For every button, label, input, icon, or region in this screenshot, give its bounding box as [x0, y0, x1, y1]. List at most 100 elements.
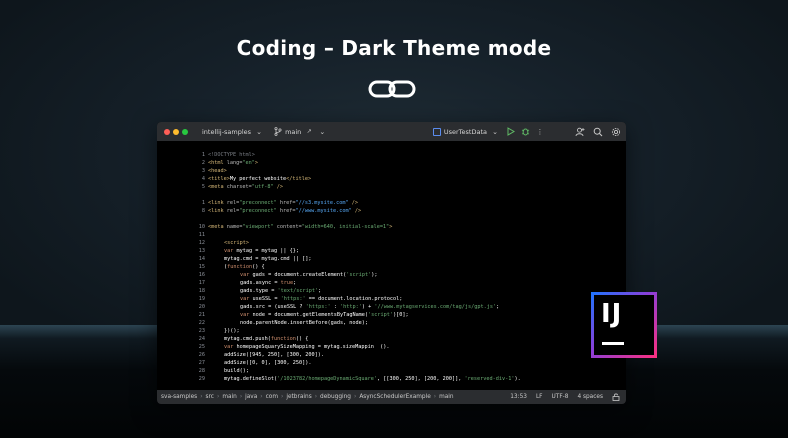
code-token: ; — [318, 288, 322, 294]
code-text: gads.src = (useSSL ? 'https:' : 'http:')… — [240, 303, 499, 311]
debug-icon[interactable] — [521, 127, 530, 136]
code-line[interactable]: 1 <!DOCTYPE html> — [157, 151, 626, 159]
code-text: gads.type = 'text/script'; — [240, 287, 321, 295]
cursor-position[interactable]: 13:53 — [510, 394, 527, 400]
code-token: () { — [252, 264, 265, 270]
code-line[interactable]: 8 <link rel="preconnect" href="//www.mysi… — [157, 207, 626, 215]
code-line[interactable]: 2 <html lang="en"> — [157, 159, 626, 167]
lock-icon[interactable] — [612, 393, 620, 401]
code-token: "width=640, initial-scale=1" — [301, 224, 390, 230]
line-number: 15 — [198, 264, 205, 270]
window-minimize-button[interactable] — [173, 128, 179, 135]
code-line[interactable]: 11 — [157, 231, 626, 239]
breadcrumb-item[interactable]: AsyncSchedulerExample — [359, 394, 430, 400]
code-line[interactable]: 13 var mytag = mytag || {}; — [157, 247, 626, 255]
window-close-button[interactable] — [164, 128, 170, 135]
breadcrumb-item[interactable]: jetbrains — [286, 394, 311, 400]
run-config-name: UserTestData — [443, 127, 487, 136]
code-token: var — [224, 248, 237, 254]
code-token: mytag.defineSlot( — [224, 376, 278, 382]
branch-selector[interactable]: main ↗ ⌄ — [274, 127, 327, 137]
profile-icon[interactable] — [575, 127, 585, 137]
code-token: == document.location.protocol; — [305, 296, 403, 302]
indent-setting[interactable]: 4 spaces — [577, 394, 603, 400]
code-token: function — [227, 264, 253, 270]
code-token: <meta — [208, 224, 227, 230]
breadcrumb-item[interactable]: com — [266, 394, 278, 400]
window-maximize-button[interactable] — [182, 128, 188, 135]
code-line[interactable]: 14 mytag.cmd = mytag.cmd || []; — [157, 255, 626, 263]
breadcrumb-separator: › — [433, 394, 437, 400]
line-number: 18 — [198, 288, 205, 294]
code-line[interactable]: 23})(); — [157, 327, 626, 335]
code-token: node.parentNode.insertBefore(gads, node)… — [240, 320, 369, 326]
code-token: <html — [208, 160, 227, 166]
code-token: var — [240, 312, 253, 318]
line-separator[interactable]: LF — [536, 394, 543, 400]
code-line[interactable]: 1 <link rel="preconnect" href="//s3.mysit… — [157, 199, 626, 207]
code-token: : — [330, 304, 340, 310]
code-line[interactable]: 22 node.parentNode.insertBefore(gads, nod… — [157, 319, 626, 327]
code-line[interactable]: 25 var homepageSquarySizeMapping = mytag.… — [157, 343, 626, 351]
gear-icon[interactable] — [611, 127, 621, 137]
run-icon[interactable] — [506, 127, 515, 136]
code-line[interactable]: 27 addSize([0, 0], [300, 250]). — [157, 359, 626, 367]
breadcrumb-item[interactable]: src — [206, 394, 214, 400]
breadcrumb-item[interactable]: main — [222, 394, 236, 400]
breadcrumb-item[interactable]: debugging — [320, 394, 351, 400]
code-token: true — [280, 280, 294, 286]
code-token: '//www.mytagservices.com/tag/js/gpt.js' — [374, 304, 497, 310]
code-token: <meta — [208, 184, 227, 190]
code-token: lang= — [226, 160, 243, 166]
line-number: 3 — [201, 168, 205, 174]
code-line[interactable]: 20 gads.src = (useSSL ? 'https:' : 'http:… — [157, 303, 626, 311]
code-token: <link — [208, 208, 227, 214]
code-line[interactable]: 3 <head> — [157, 167, 626, 175]
project-selector[interactable]: intellij-samples ⌄ — [202, 127, 264, 137]
search-icon[interactable] — [593, 127, 603, 137]
code-line[interactable]: 10 <meta name="viewport" content="width=6… — [157, 223, 626, 231]
code-token: "//s3.mysite.com" — [295, 200, 349, 206]
code-line[interactable]: 18 gads.type = 'text/script'; — [157, 287, 626, 295]
code-line[interactable]: 29 mytag.defineSlot('/1023782/homepageDyn… — [157, 375, 626, 383]
more-icon[interactable]: ⋮ — [535, 127, 545, 137]
line-number: 10 — [198, 224, 205, 230]
code-line[interactable]: 21 var node = document.getElementsByTagNa… — [157, 311, 626, 319]
code-line[interactable]: 15 (function() { — [157, 263, 626, 271]
code-line[interactable]: 16 var gads = document.createElement('scr… — [157, 271, 626, 279]
line-number: 23 — [198, 328, 205, 334]
code-token: charset= — [226, 184, 252, 190]
line-number: 5 — [201, 184, 205, 190]
line-number: 22 — [198, 320, 205, 326]
breadcrumb-item[interactable]: main — [439, 394, 453, 400]
run-config-selector[interactable]: UserTestData ⌄ — [432, 127, 500, 137]
code-line[interactable]: 19 var useSSL = 'https:' == document.loca… — [157, 295, 626, 303]
code-line[interactable]: 12 <script> — [157, 239, 626, 247]
code-token: "preconnect" — [239, 208, 280, 214]
code-token: )[0]; — [393, 312, 409, 318]
file-encoding[interactable]: UTF-8 — [552, 394, 569, 400]
code-text: mytag.cmd = mytag.cmd || []; — [224, 255, 311, 263]
code-line[interactable]: 24 mytag.cmd.push(function() { — [157, 335, 626, 343]
code-line[interactable]: 5 <meta charset="utf-8" /> — [157, 183, 626, 191]
code-text: <meta charset="utf-8" /> — [208, 183, 283, 191]
code-text: build(); — [224, 367, 249, 375]
code-line[interactable]: 4 <title>My perfect website</title> — [157, 175, 626, 183]
code-line[interactable] — [157, 215, 626, 223]
breadcrumb-separator: › — [200, 394, 203, 400]
code-token: var — [240, 272, 253, 278]
breadcrumb-item[interactable]: java — [245, 394, 257, 400]
code-text: <link rel="preconnect" href="//s3.mysite… — [208, 199, 358, 207]
code-token: ) + — [361, 304, 375, 310]
code-line[interactable]: 17 gads.async = true; — [157, 279, 626, 287]
breadcrumb-separator: › — [314, 394, 318, 400]
code-text: <!DOCTYPE html> — [208, 151, 255, 159]
code-editor[interactable]: 1 <!DOCTYPE html> 2 <html lang="en"> 3 <head>… — [157, 141, 626, 390]
code-line[interactable] — [157, 191, 626, 199]
line-number: 1 — [201, 200, 205, 206]
breadcrumb-item[interactable]: sva-samples — [161, 394, 197, 400]
code-token: function — [270, 336, 296, 342]
line-number: 28 — [198, 368, 205, 374]
code-line[interactable]: 28 build(); — [157, 367, 626, 375]
code-line[interactable]: 26 addSize([945, 250], [300, 200]). — [157, 351, 626, 359]
